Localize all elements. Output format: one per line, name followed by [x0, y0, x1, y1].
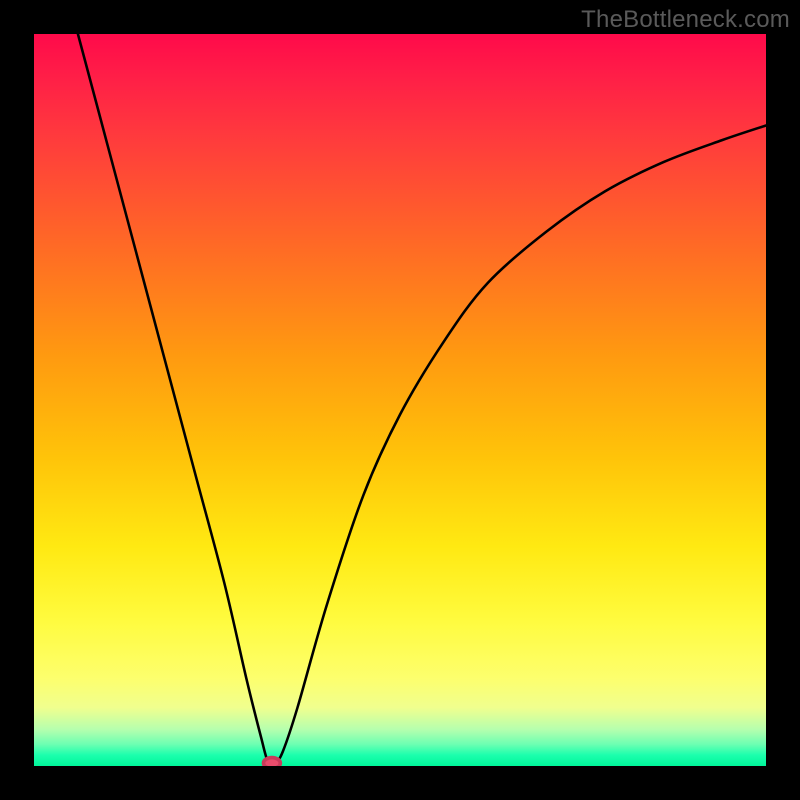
- plot-area: [34, 34, 766, 766]
- min-marker: [263, 758, 280, 766]
- chart-frame: TheBottleneck.com: [0, 0, 800, 800]
- watermark-text: TheBottleneck.com: [581, 6, 790, 34]
- bottleneck-curve: [78, 34, 766, 765]
- curve-svg: [34, 34, 766, 766]
